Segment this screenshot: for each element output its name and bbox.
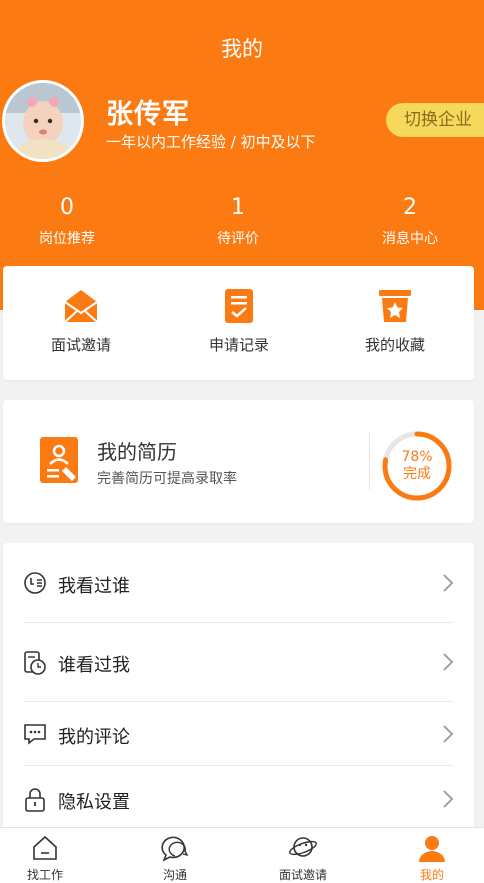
- switch-enterprise-button[interactable]: 切换企业: [386, 103, 484, 137]
- home-icon: [33, 835, 57, 860]
- menu-item-viewed-by-me[interactable]: 我看过谁: [3, 545, 474, 621]
- menu-label: 谁看过我: [58, 655, 130, 676]
- resume-subtitle: 完善简历可提高录取率: [97, 471, 237, 487]
- menu-label: 我的评论: [58, 727, 130, 748]
- tab-label: 面试邀请: [278, 868, 327, 882]
- stat-value: 2: [403, 195, 417, 220]
- stat-pending-review[interactable]: 1 待评价: [178, 194, 298, 248]
- avatar-image: [5, 83, 81, 159]
- menu-item-privacy-settings[interactable]: 隐私设置: [3, 761, 474, 837]
- user-description: 一年以内工作经验 / 初中及以下: [106, 133, 316, 151]
- quick-my-favorites[interactable]: 我的收藏: [325, 288, 465, 355]
- menu-label: 隐私设置: [58, 792, 130, 813]
- stat-label: 消息中心: [382, 231, 438, 247]
- settings-menu: 我看过谁 谁看过我 我的评论 隐私设置: [3, 543, 474, 843]
- avatar[interactable]: [2, 80, 84, 162]
- tab-label: 我的: [419, 868, 444, 882]
- stat-label: 待评价: [217, 231, 259, 247]
- stat-job-recommend[interactable]: 0 岗位推荐: [7, 194, 127, 248]
- quick-application-record[interactable]: 申请记录: [169, 288, 309, 355]
- status-bar: [0, 0, 484, 8]
- resume-status: 完成: [403, 466, 431, 482]
- tab-label: 找工作: [26, 868, 63, 882]
- stat-value: 1: [231, 195, 245, 220]
- divider: [369, 432, 370, 490]
- stat-value: 0: [60, 195, 74, 220]
- comment-icon: [24, 724, 46, 745]
- tab-mine[interactable]: 我的: [387, 834, 477, 883]
- quick-label: 面试邀请: [50, 336, 111, 354]
- planet-icon: [289, 837, 317, 857]
- resume-icon: [40, 437, 78, 483]
- divider: [23, 622, 454, 623]
- calendar-clock-icon: [24, 651, 46, 675]
- menu-label: 我看过谁: [58, 576, 130, 597]
- chevron-right-icon: [443, 790, 454, 808]
- chat-icon: [161, 836, 189, 862]
- menu-item-who-viewed-me[interactable]: 谁看过我: [3, 624, 474, 700]
- tab-chat[interactable]: 沟通: [130, 834, 220, 883]
- stat-message-center[interactable]: 2 消息中心: [350, 194, 470, 248]
- quick-interview-invite[interactable]: 面试邀请: [11, 288, 151, 355]
- stat-label: 岗位推荐: [39, 231, 95, 247]
- chevron-right-icon: [443, 653, 454, 671]
- chevron-right-icon: [443, 574, 454, 592]
- resume-progress-text: 78% 完成: [386, 449, 448, 483]
- quick-label: 我的收藏: [364, 336, 425, 354]
- star-box-icon: [379, 290, 411, 322]
- page-title: 我的: [221, 37, 263, 61]
- envelope-icon: [64, 290, 98, 323]
- resume-card[interactable]: 我的简历 完善简历可提高录取率 78% 完成: [3, 400, 474, 523]
- clock-list-icon: [24, 572, 46, 594]
- tab-interview-invite[interactable]: 面试邀请: [258, 834, 348, 883]
- bottom-tab-bar: 找工作 沟通 面试邀请 我的: [0, 827, 484, 883]
- person-icon: [419, 836, 445, 862]
- chevron-right-icon: [443, 725, 454, 743]
- resume-percent: 78%: [401, 449, 433, 465]
- quick-label: 申请记录: [208, 336, 269, 354]
- resume-title: 我的简历: [97, 440, 177, 464]
- tab-label: 沟通: [162, 868, 187, 882]
- user-name: 张传军: [106, 99, 190, 130]
- lock-icon: [25, 788, 45, 812]
- clipboard-check-icon: [225, 289, 253, 323]
- tab-find-job[interactable]: 找工作: [0, 834, 90, 883]
- quick-actions-card: 面试邀请 申请记录 我的收藏: [3, 266, 474, 380]
